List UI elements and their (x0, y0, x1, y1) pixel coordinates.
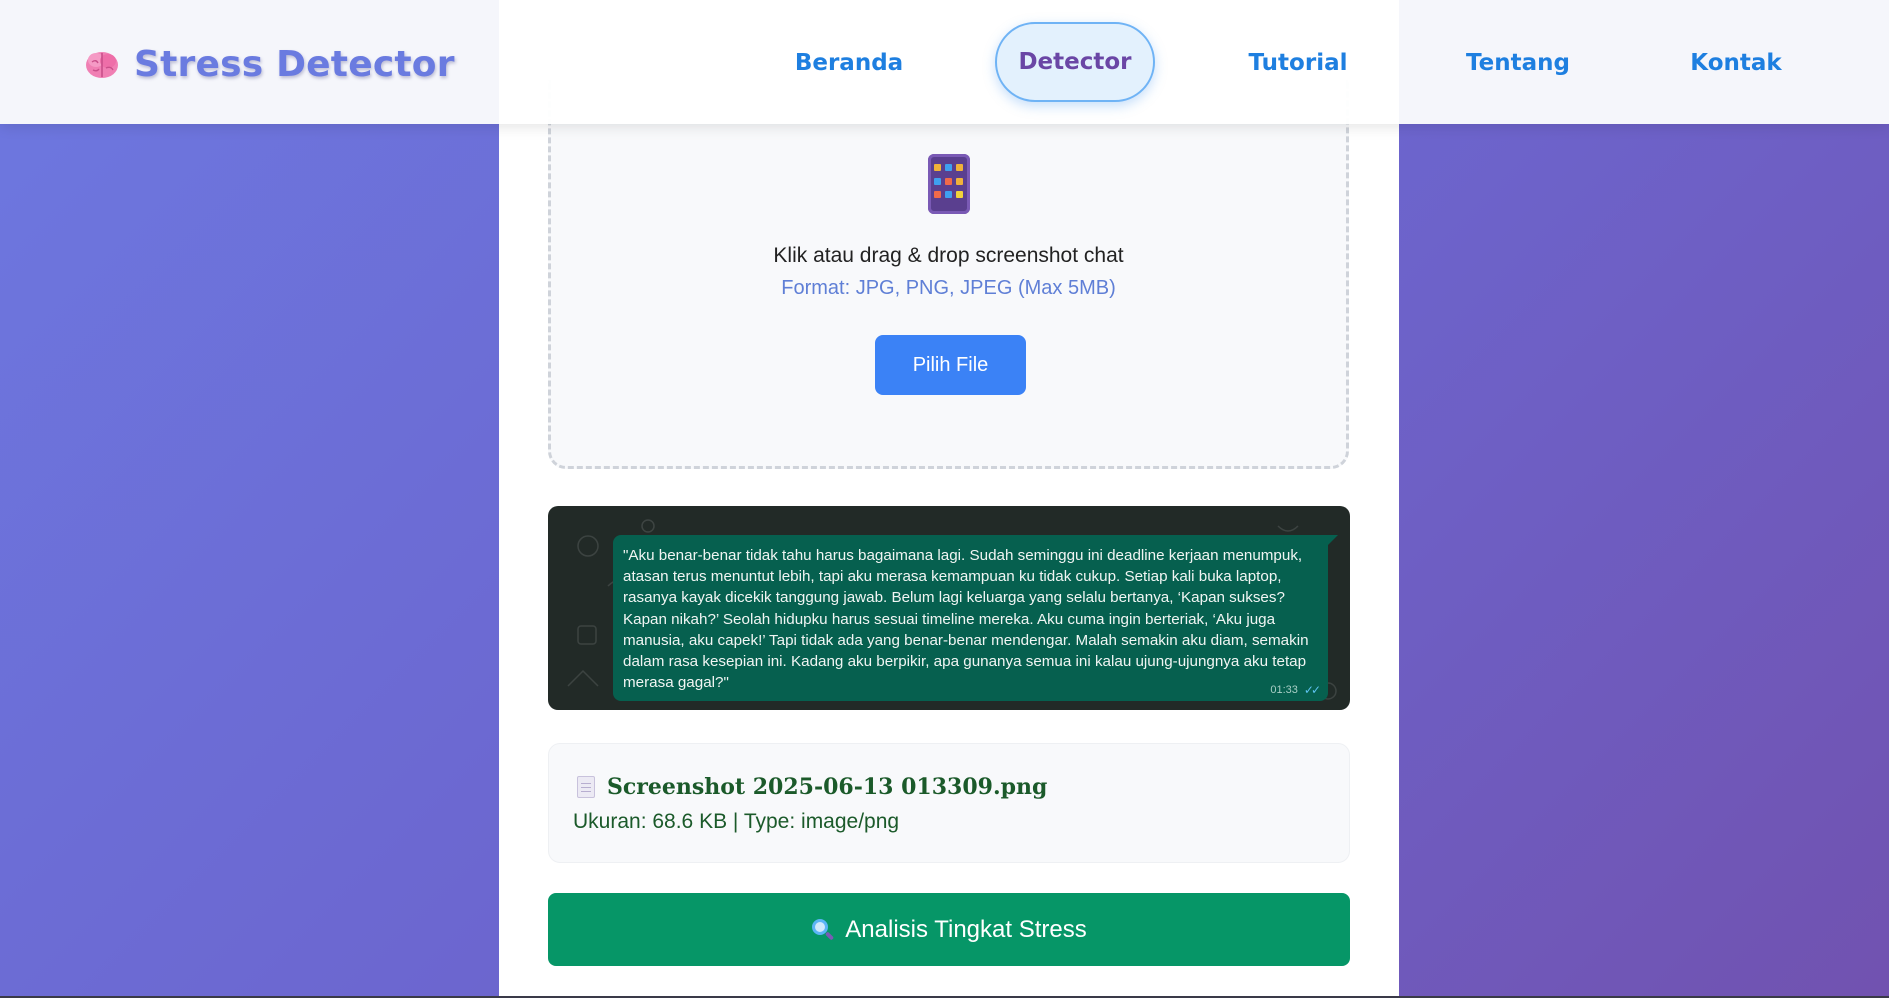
read-receipt-icon: ✓✓ (1303, 683, 1321, 697)
file-name-row: Screenshot 2025-06-13 013309.png (577, 774, 1047, 800)
dropzone-format-hint: Format: JPG, PNG, JPEG (Max 5MB) (781, 277, 1116, 299)
message-timestamp: 01:33 ✓✓ (1270, 683, 1321, 697)
message-time: 01:33 (1270, 684, 1298, 696)
chat-message-text: "Aku benar-benar tidak tahu harus bagaim… (623, 547, 1309, 692)
top-navbar: Stress Detector Beranda Detector Tutoria… (0, 0, 1889, 124)
mobile-phone-icon (928, 154, 970, 214)
choose-file-button[interactable]: Pilih File (875, 335, 1026, 395)
chat-bubble: "Aku benar-benar tidak tahu harus bagaim… (613, 535, 1338, 701)
nav-detector[interactable]: Detector (995, 22, 1155, 102)
nav-kontak[interactable]: Kontak (1690, 42, 1781, 84)
file-name: Screenshot 2025-06-13 013309.png (607, 774, 1048, 800)
nav-tentang[interactable]: Tentang (1466, 42, 1570, 84)
dropzone-title: Klik atau drag & drop screenshot chat (773, 244, 1124, 267)
upload-dropzone[interactable]: Klik atau drag & drop screenshot chat Fo… (548, 80, 1349, 469)
nav-beranda[interactable]: Beranda (795, 42, 903, 84)
main-nav: Beranda Detector Tutorial Tentang Kontak (0, 0, 1889, 124)
file-meta: Ukuran: 68.6 KB | Type: image/png (573, 810, 900, 833)
file-info-card: Screenshot 2025-06-13 013309.png Ukuran:… (548, 743, 1350, 863)
document-icon (577, 776, 595, 798)
analyze-stress-button[interactable]: Analisis Tingkat Stress (548, 893, 1350, 966)
magnifier-icon (811, 918, 835, 942)
analyze-button-label: Analisis Tingkat Stress (845, 915, 1087, 943)
detector-panel: Klik atau drag & drop screenshot chat Fo… (499, 0, 1399, 996)
nav-tutorial[interactable]: Tutorial (1249, 42, 1348, 84)
screenshot-preview: "Aku benar-benar tidak tahu harus bagaim… (548, 506, 1350, 710)
